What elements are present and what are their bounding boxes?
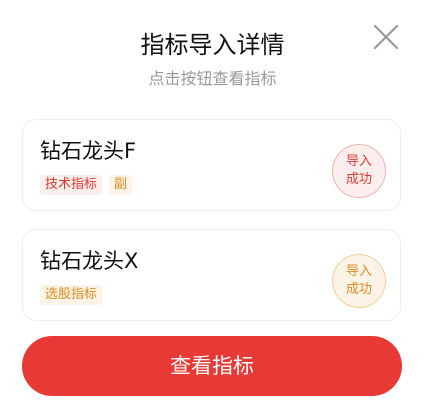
indicator-tags: 选股指标 (40, 285, 103, 305)
status-text: 导入成功 (345, 264, 372, 297)
tag-sub: 副 (109, 175, 133, 195)
tag-technical-indicator: 技术指标 (40, 175, 103, 195)
status-text: 导入成功 (345, 154, 372, 187)
indicator-name: 钻石龙头X (40, 249, 139, 273)
view-indicators-button[interactable]: 查看指标 (22, 336, 402, 396)
indicator-card-diamond-leader-x: 钻石龙头X 选股指标 导入成功 (22, 229, 401, 321)
close-button[interactable] (371, 22, 401, 52)
status-badge: 导入成功 (332, 254, 386, 308)
indicator-card-diamond-leader-f: 钻石龙头F 技术指标 副 导入成功 (22, 119, 401, 211)
status-badge: 导入成功 (332, 144, 386, 198)
indicator-tags: 技术指标 副 (40, 175, 133, 195)
indicator-name: 钻石龙头F (40, 139, 137, 163)
tag-stock-picking-indicator: 选股指标 (40, 285, 103, 305)
dialog-title: 指标导入详情 (140, 31, 285, 59)
close-icon (373, 24, 399, 50)
dialog-subtitle: 点击按钮查看指标 (148, 69, 277, 88)
import-details-dialog: 指标导入详情 点击按钮查看指标 钻石龙头F 技术指标 副 导入成功 钻石龙头X … (0, 0, 425, 420)
